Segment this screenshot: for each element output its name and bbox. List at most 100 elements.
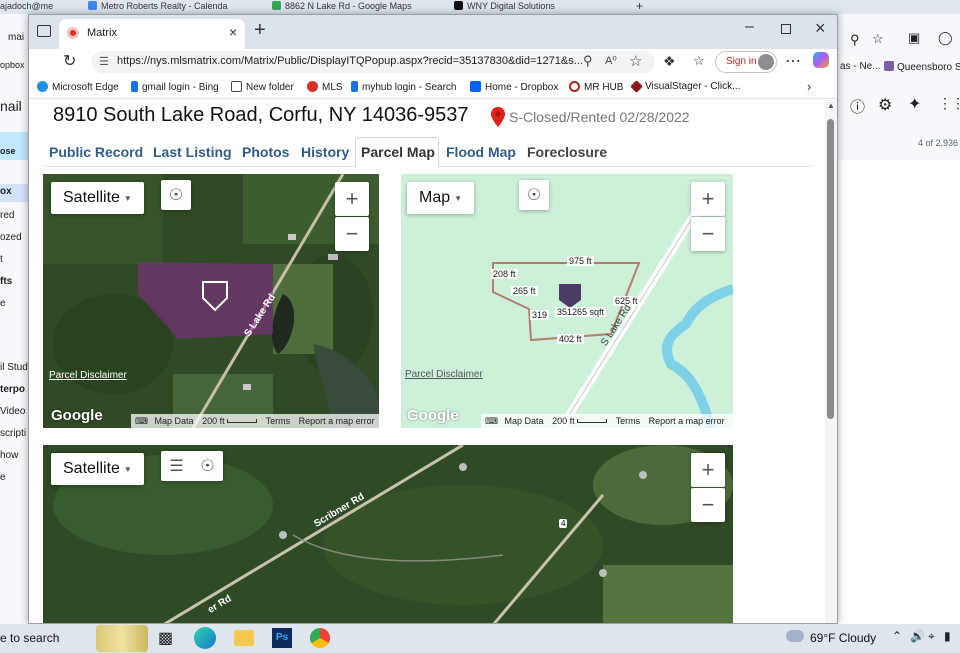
edge-taskbar-icon[interactable] [194, 627, 216, 649]
tab-photos[interactable]: Photos [242, 144, 289, 160]
scrollbar-thumb[interactable] [827, 119, 834, 419]
report-map-error-link[interactable]: Report a map error [649, 416, 725, 426]
gmail-sidebar-text[interactable]: t [0, 254, 3, 265]
background-new-tab-button[interactable]: + [636, 0, 648, 14]
tray-overflow-chevron-icon[interactable]: ⌃ [892, 629, 902, 643]
taskbar-search-box[interactable]: e to search [0, 631, 59, 645]
tab-foreclosure[interactable]: Foreclosure [527, 144, 607, 160]
favorite-myhub-login[interactable]: myhub login - Search [351, 81, 457, 93]
zoom-out-button[interactable]: − [691, 217, 725, 251]
favorite-mr-hub[interactable]: MR HUB [569, 81, 623, 93]
settings-gear-icon[interactable]: ⚙ [878, 95, 892, 115]
keyboard-icon[interactable]: ⌨ [135, 416, 148, 426]
apps-grid-icon[interactable]: ⋮⋮⋮ [938, 95, 960, 112]
background-tab-gmail[interactable]: ajadoch@me [0, 0, 56, 14]
bookmark-item[interactable]: Queensboro S [884, 61, 960, 73]
map-data-link[interactable]: Map Data [505, 416, 544, 426]
tab-parcel-map[interactable]: Parcel Map [361, 144, 435, 160]
zoom-in-button[interactable]: + [691, 182, 725, 216]
chrome-icon[interactable] [310, 628, 330, 648]
zoom-in-button[interactable]: + [335, 182, 369, 216]
sign-in-button[interactable]: Sign in [715, 51, 777, 73]
weather-text[interactable]: 69°F Cloudy [810, 631, 876, 645]
zoom-out-button[interactable]: − [691, 488, 725, 522]
gmail-sidebar-text[interactable]: ozed [0, 232, 22, 243]
star-icon[interactable]: ☆ [872, 31, 884, 47]
bookmark-text[interactable]: as - Ne... [840, 61, 881, 72]
favorite-star-icon[interactable]: ☆ [629, 52, 642, 70]
new-tab-plus-icon[interactable]: + [254, 19, 266, 42]
photoshop-icon[interactable]: Ps [272, 628, 292, 648]
file-explorer-icon[interactable] [234, 630, 254, 646]
gemini-sparkle-icon[interactable]: ✦ [908, 94, 921, 114]
favorite-gmail-login-bing[interactable]: gmail login - Bing [131, 81, 219, 93]
battery-icon[interactable]: ▮ [944, 629, 951, 643]
gmail-sidebar-text[interactable]: Video [0, 406, 25, 417]
tab-flood-map[interactable]: Flood Map [446, 144, 516, 160]
terms-link[interactable]: Terms [266, 416, 291, 426]
background-tab-calendar[interactable]: Metro Roberts Realty - Calenda [88, 0, 232, 14]
gmail-sidebar-text[interactable]: il Stud [0, 362, 28, 373]
refresh-icon[interactable]: ↻ [63, 51, 76, 71]
maximize-icon[interactable] [781, 24, 791, 34]
map-type-selector[interactable]: Map ▼ [407, 182, 475, 214]
scroll-up-arrow-icon[interactable]: ▲ [827, 101, 835, 110]
locate-crosshair-icon[interactable]: ☉ [519, 180, 549, 210]
report-map-error-link[interactable]: Report a map error [299, 416, 375, 426]
address-bar[interactable]: ☰ https://nys.mlsmatrix.com/Matrix/Publi… [91, 51, 655, 73]
map-data-link[interactable]: Map Data [155, 416, 194, 426]
extensions-icon[interactable]: ▣ [908, 30, 920, 46]
compose-button[interactable]: ose [0, 132, 28, 160]
locate-crosshair-icon[interactable]: ☉ [161, 180, 191, 210]
network-icon[interactable]: ⌖ [928, 629, 935, 644]
copilot-icon[interactable] [813, 52, 829, 68]
gmail-sidebar-text[interactable]: terpo [0, 384, 25, 395]
parcel-disclaimer-link[interactable]: Parcel Disclaimer [405, 369, 483, 380]
task-view-icon[interactable]: ▩ [158, 628, 173, 648]
favorites-overflow-chevron-icon[interactable]: › [807, 79, 811, 94]
area-satellite-map[interactable]: Scribner Rd er Rd 4 Satellite ▼ ☰ ☉ + − [43, 445, 733, 623]
map-type-selector[interactable]: Satellite ▼ [51, 182, 144, 214]
extensions-puzzle-icon[interactable]: ❖ [663, 53, 676, 70]
url-text[interactable]: https://nys.mlsmatrix.com/Matrix/Public/… [117, 55, 583, 67]
road-parcel-map[interactable]: 975 ft 208 ft 265 ft 625 ft 319 351265 s… [401, 174, 733, 428]
favorite-new-folder[interactable]: New folder [231, 81, 294, 93]
read-aloud-icon[interactable]: A⁰ [605, 54, 617, 67]
close-window-icon[interactable]: × [815, 18, 826, 39]
tab-public-record[interactable]: Public Record [49, 144, 143, 160]
favorite-visualstager[interactable]: VisualStager - Click... [630, 80, 740, 93]
zoom-out-button[interactable]: − [335, 217, 369, 251]
gmail-sidebar-text[interactable]: e [0, 472, 6, 483]
favorite-microsoft-edge[interactable]: Microsoft Edge [37, 81, 119, 93]
gmail-sidebar-text[interactable]: e [0, 298, 6, 309]
zoom-in-button[interactable]: + [691, 453, 725, 487]
favorites-list-icon[interactable]: ☆ [693, 53, 705, 69]
gmail-sidebar-text[interactable]: scripti [0, 428, 26, 439]
gmail-inbox-item[interactable]: ox [0, 184, 28, 202]
tab-matrix[interactable]: Matrix × [59, 19, 245, 49]
gmail-sidebar-text[interactable]: how [0, 450, 18, 461]
more-menu-icon[interactable]: ⋯ [785, 51, 801, 71]
background-tab-wny[interactable]: WNY Digital Solutions [454, 0, 584, 14]
background-tab-maps[interactable]: 8862 N Lake Rd - Google Maps [272, 0, 424, 14]
close-tab-icon[interactable]: × [229, 24, 237, 40]
terms-link[interactable]: Terms [616, 416, 641, 426]
site-info-icon[interactable]: ☰ [99, 55, 109, 68]
locate-crosshair-icon[interactable]: ☉ [200, 456, 214, 476]
zoom-search-icon[interactable]: ⚲ [583, 53, 593, 69]
keyboard-icon[interactable]: ⌨ [485, 416, 498, 426]
favorite-mls[interactable]: MLS [307, 81, 343, 93]
profile-icon[interactable]: ◯ [938, 30, 953, 46]
tab-actions-icon[interactable] [37, 25, 51, 37]
gmail-sidebar-text[interactable]: red [0, 210, 14, 221]
tab-last-listing[interactable]: Last Listing [153, 144, 232, 160]
map-type-selector[interactable]: Satellite ▼ [51, 453, 144, 485]
layers-icon[interactable]: ☰ [169, 456, 183, 476]
speaker-icon[interactable]: 🔊 [910, 629, 925, 643]
favorite-home-dropbox[interactable]: Home - Dropbox [470, 81, 558, 93]
search-icon[interactable]: ⚲ [850, 32, 860, 48]
tab-history[interactable]: History [301, 144, 349, 160]
minimize-icon[interactable]: – [745, 18, 754, 36]
satellite-parcel-map[interactable]: S Lake Rd Satellite ▼ ☉ + − Parcel Discla… [43, 174, 379, 428]
parcel-disclaimer-link[interactable]: Parcel Disclaimer [49, 370, 127, 381]
